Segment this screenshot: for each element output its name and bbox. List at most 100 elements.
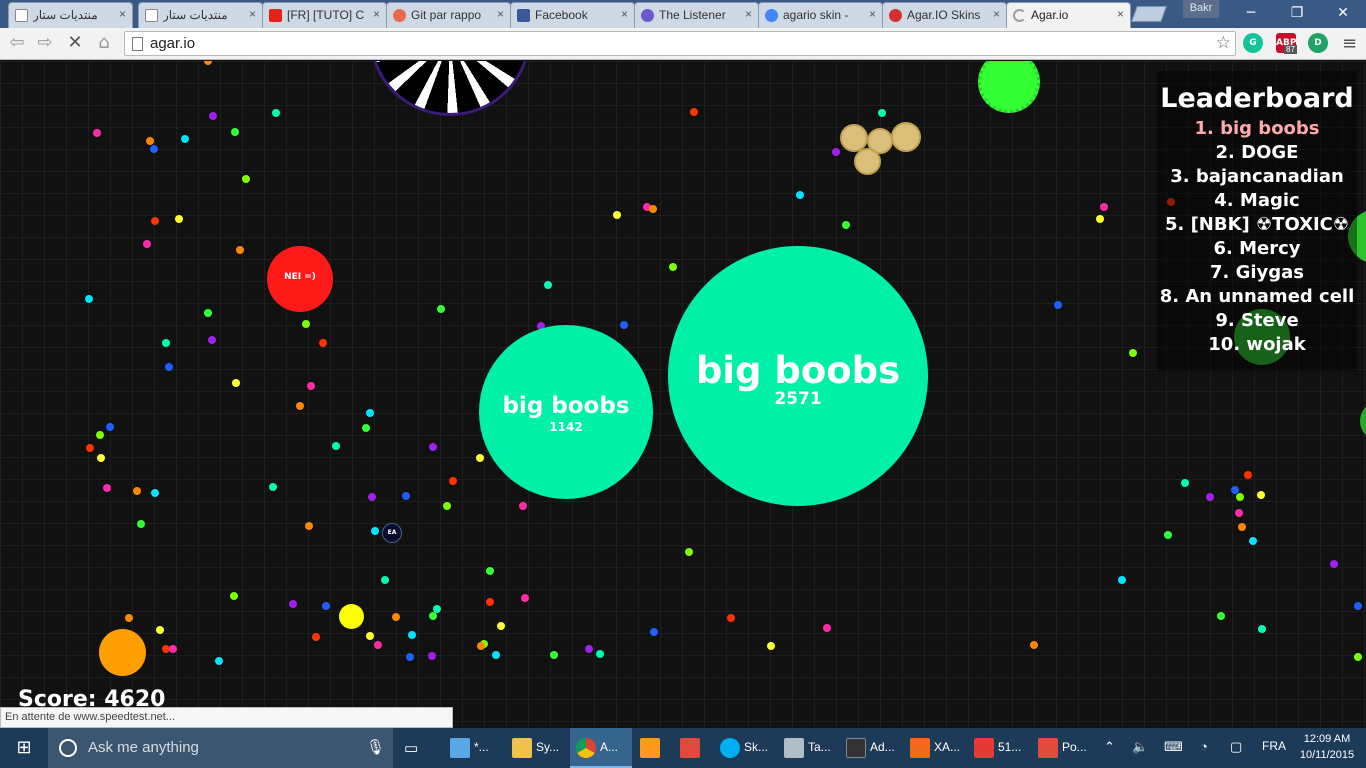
taskbar-app[interactable]: Ad...: [840, 728, 902, 768]
tab-7[interactable]: Agar.IO Skins ×: [882, 2, 1007, 28]
bookmark-star-icon[interactable]: ☆: [1216, 33, 1231, 53]
leaderboard: Leaderboard 1. big boobs 2. DOGE 3. baja…: [1157, 71, 1357, 371]
food-pellet: [85, 295, 93, 303]
chevron-up-icon[interactable]: ⌃: [1104, 739, 1115, 755]
youtube-icon: [269, 9, 282, 22]
close-tab-icon[interactable]: ×: [249, 7, 256, 21]
food-pellet: [585, 645, 593, 653]
app-label: *...: [474, 740, 489, 754]
taskbar-app[interactable]: Ta...: [778, 728, 838, 768]
home-icon[interactable]: ⌂: [93, 32, 115, 54]
tab-title: منتديات ستار: [163, 8, 228, 22]
taskbar-app[interactable]: *...: [444, 728, 506, 768]
food-pellet: [690, 108, 698, 116]
tab-title: The Listener: [659, 8, 726, 22]
food-pellet: [302, 320, 310, 328]
stop-icon[interactable]: ✕: [64, 32, 86, 54]
close-tab-icon[interactable]: ×: [621, 7, 628, 21]
food-pellet: [374, 641, 382, 649]
game-canvas[interactable]: NEI =) EA big boobs 1142 big boobs 2571 …: [0, 61, 1366, 728]
taskbar-app[interactable]: Po...: [1032, 728, 1094, 768]
tab-2[interactable]: [FR] [TUTO] C ×: [262, 2, 387, 28]
food-pellet: [1164, 531, 1172, 539]
food-pellet: [366, 409, 374, 417]
tab-0[interactable]: منتديات ستار ×: [8, 2, 133, 28]
taskbar: ⊞ Ask me anything 🎙 ▭ *... Sy... A... Sk…: [0, 728, 1366, 768]
tab-4[interactable]: Facebook ×: [510, 2, 635, 28]
food-pellet: [1206, 493, 1214, 501]
microphone-icon[interactable]: 🎙: [366, 738, 385, 756]
volume-icon[interactable]: 🔈: [1132, 739, 1148, 755]
food-pellet: [1100, 203, 1108, 211]
food-pellet: [137, 520, 145, 528]
tab-8-active[interactable]: Agar.io ×: [1006, 2, 1131, 28]
app-label: Sk...: [744, 740, 769, 754]
taskbar-app[interactable]: 51...: [968, 728, 1030, 768]
tab-3[interactable]: Git par rappo ×: [386, 2, 511, 28]
food-pellet: [305, 522, 313, 530]
food-pellet: [521, 594, 529, 602]
close-tab-icon[interactable]: ×: [373, 7, 380, 21]
close-tab-icon[interactable]: ×: [497, 7, 504, 21]
address-bar[interactable]: agar.io ☆: [124, 31, 1236, 56]
close-tab-icon[interactable]: ×: [745, 7, 752, 21]
food-pellet: [1258, 625, 1266, 633]
chrome-menu-icon[interactable]: ≡: [1342, 33, 1357, 54]
tab-1[interactable]: منتديات ستار ×: [138, 2, 263, 28]
language-indicator[interactable]: FRA: [1262, 739, 1286, 753]
taskbar-app-skype[interactable]: Sk...: [714, 728, 774, 768]
popcorn-icon: [1038, 738, 1058, 758]
red-dot-icon: [889, 9, 902, 22]
food-pellet: [650, 628, 658, 636]
profile-button[interactable]: Bakr: [1183, 0, 1219, 18]
clock[interactable]: 12:09 AM 10/11/2015: [1297, 731, 1357, 763]
google-icon: [765, 9, 778, 22]
taskbar-app[interactable]: Sy...: [506, 728, 568, 768]
wifi-icon[interactable]: ◔: [1200, 739, 1208, 754]
close-tab-icon[interactable]: ×: [993, 7, 1000, 21]
close-tab-icon[interactable]: ×: [119, 7, 126, 21]
food-pellet: [332, 442, 340, 450]
notification-icon[interactable]: ▢: [1230, 739, 1242, 755]
adblock-badge: 87: [1284, 45, 1297, 54]
tab-title: Agar.IO Skins: [907, 8, 981, 22]
back-arrow-icon[interactable]: ⇦: [6, 32, 28, 54]
clock-date: 10/11/2015: [1299, 749, 1355, 761]
tab-5[interactable]: The Listener ×: [634, 2, 759, 28]
d-extension-icon[interactable]: D: [1308, 33, 1328, 53]
forward-arrow-icon[interactable]: ⇨: [34, 32, 56, 54]
taskbar-app-chrome[interactable]: A...: [570, 728, 632, 768]
food-pellet: [1330, 560, 1338, 568]
food-pellet: [150, 145, 158, 153]
cell-name: NEI =): [284, 272, 316, 282]
taskbar-app[interactable]: [674, 728, 710, 768]
url-text[interactable]: agar.io: [150, 35, 195, 52]
tab-6[interactable]: agario skin - ×: [758, 2, 883, 28]
food-pellet: [86, 444, 94, 452]
food-pellet: [1257, 491, 1265, 499]
food-pellet: [1054, 301, 1062, 309]
html5-icon: [974, 738, 994, 758]
page-icon: [132, 37, 143, 51]
maximize-icon[interactable]: ❐: [1274, 0, 1320, 26]
food-pellet: [156, 626, 164, 634]
task-view-icon[interactable]: ▭: [404, 739, 418, 757]
minimize-icon[interactable]: ─: [1228, 0, 1274, 26]
food-pellet: [392, 613, 400, 621]
food-pellet: [165, 363, 173, 371]
food-pellet: [613, 211, 621, 219]
food-pellet: [232, 379, 240, 387]
close-tab-icon[interactable]: ×: [1117, 7, 1124, 21]
food-pellet: [486, 567, 494, 575]
food-pellet: [497, 622, 505, 630]
windows-start-icon[interactable]: ⊞: [0, 728, 48, 768]
food-pellet: [477, 642, 485, 650]
input-method-icon[interactable]: ⌨: [1164, 739, 1183, 755]
cortana-search-box[interactable]: Ask me anything 🎙: [48, 728, 393, 768]
new-tab-button[interactable]: [1131, 6, 1167, 22]
close-window-icon[interactable]: ✕: [1320, 0, 1366, 26]
taskbar-app[interactable]: [634, 728, 670, 768]
close-tab-icon[interactable]: ×: [869, 7, 876, 21]
grammarly-icon[interactable]: G: [1243, 33, 1263, 53]
taskbar-app[interactable]: XA...: [904, 728, 966, 768]
